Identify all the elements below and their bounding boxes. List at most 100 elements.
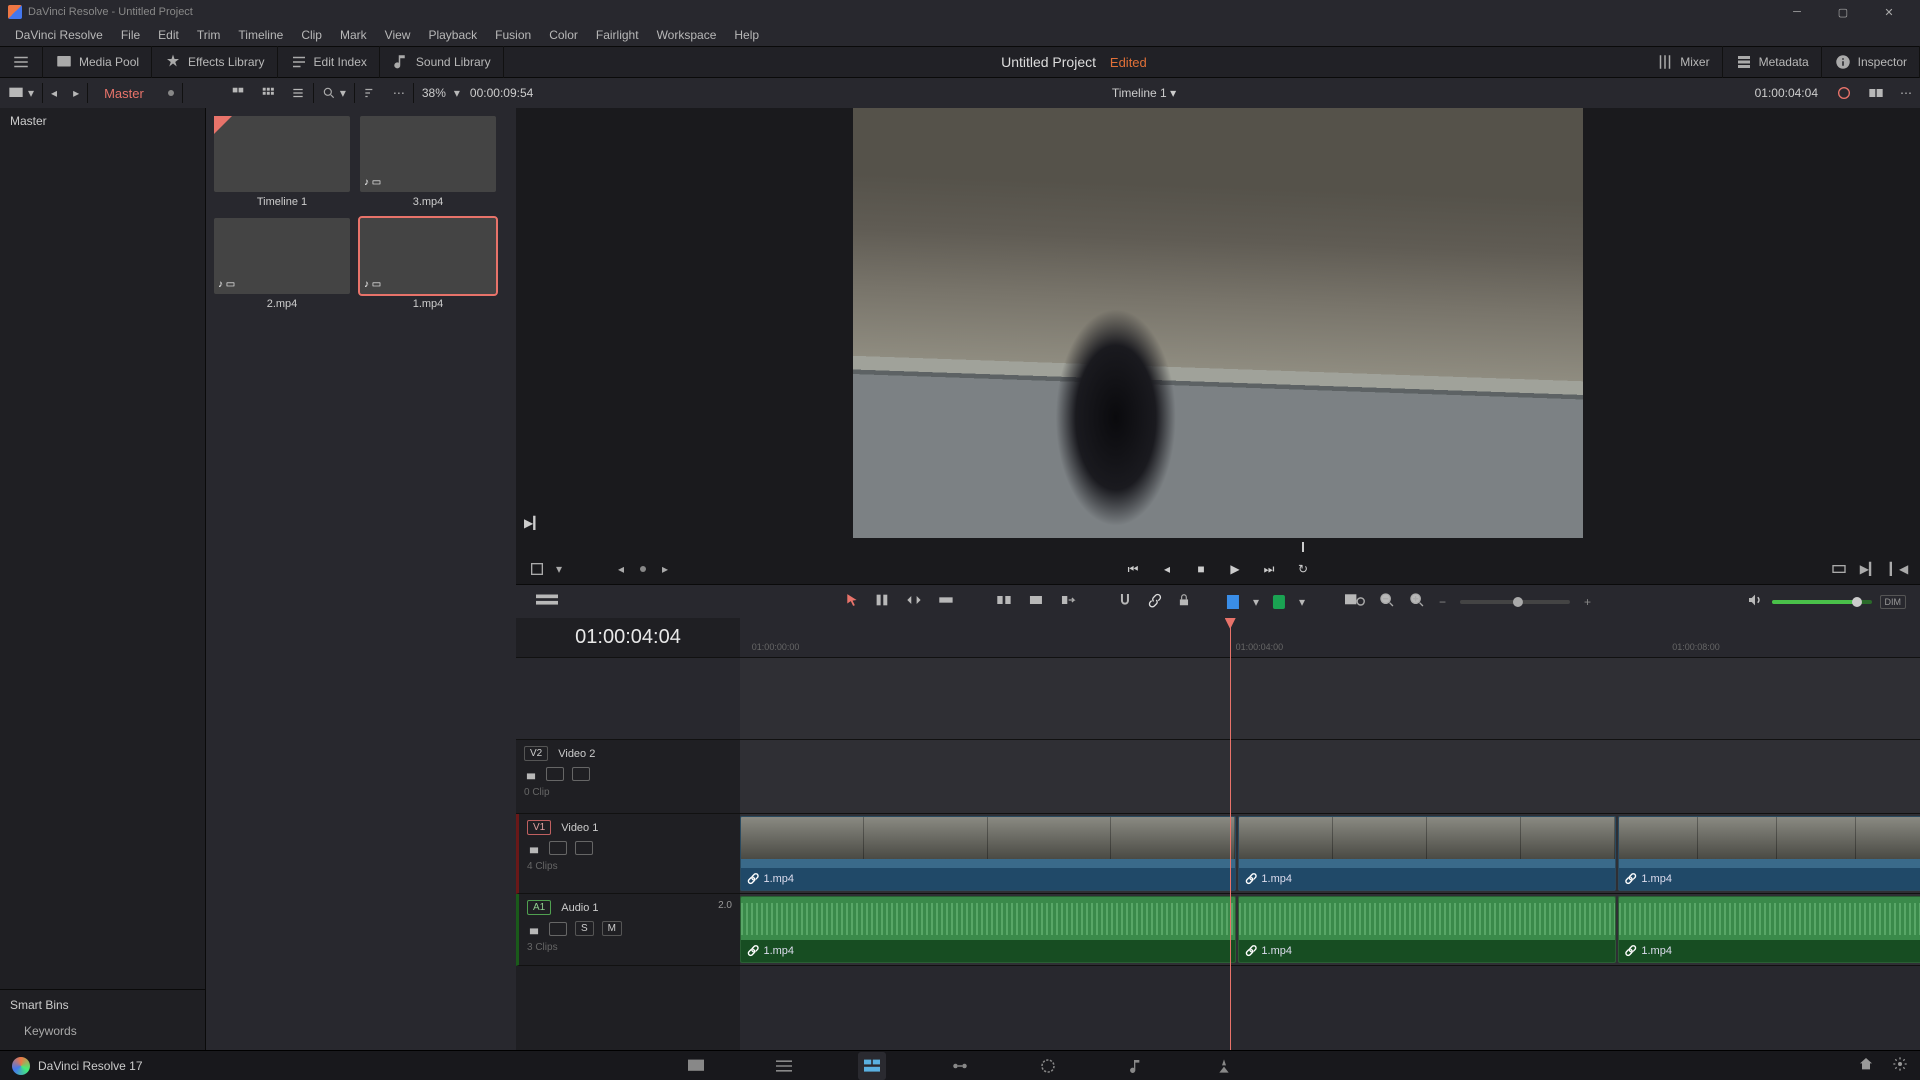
next-marker-button[interactable]: ▸ — [656, 560, 674, 578]
color-page-button[interactable] — [1034, 1052, 1062, 1080]
video-clip[interactable]: 1.mp4 — [1238, 816, 1616, 891]
track-header-a1[interactable]: A1Audio 1 2.0 SM 3 Clips — [516, 894, 740, 966]
menu-clip[interactable]: Clip — [292, 28, 331, 42]
zoom-in-button[interactable] — [1409, 592, 1425, 611]
audio-clip[interactable]: 1.mp4 — [1618, 896, 1920, 963]
track-header-v1[interactable]: V1Video 1 4 Clips — [516, 814, 740, 894]
media-page-button[interactable] — [682, 1052, 710, 1080]
inspector-toggle[interactable]: Inspector — [1822, 46, 1920, 78]
clip-thumb[interactable]: Timeline 1 — [214, 116, 350, 208]
clip-thumb[interactable]: ♪ ▭1.mp4 — [360, 218, 496, 310]
bypass-grades-button[interactable] — [1828, 78, 1860, 108]
full-extent-button[interactable] — [1830, 560, 1848, 578]
viewer-scrubbar[interactable] — [516, 540, 1920, 554]
volume-slider[interactable] — [1772, 600, 1872, 604]
timeline-tracks[interactable]: 01:00:00:0001:00:04:0001:00:08:00 1.mp41… — [740, 618, 1920, 1050]
bin-view-button[interactable]: ▾ — [0, 78, 42, 108]
viewer[interactable]: ▶▎ — [516, 108, 1920, 540]
loop-button[interactable]: ↻ — [1294, 560, 1312, 578]
insert-button[interactable] — [995, 592, 1013, 611]
menu-color[interactable]: Color — [540, 28, 587, 42]
lock-icon[interactable] — [524, 767, 538, 781]
edit-index-toggle[interactable]: Edit Index — [278, 46, 380, 78]
effects-library-toggle[interactable]: Effects Library — [152, 46, 277, 78]
search-button[interactable]: ▾ — [314, 78, 354, 108]
nav-back[interactable]: ◂ — [43, 78, 65, 108]
menu-view[interactable]: View — [376, 28, 420, 42]
clip-thumb[interactable]: ♪ ▭2.mp4 — [214, 218, 350, 310]
maximize-button[interactable]: ▢ — [1820, 0, 1866, 24]
audio-clip[interactable]: 1.mp4 — [740, 896, 1236, 963]
clip-thumb[interactable]: ♪ ▭3.mp4 — [360, 116, 496, 208]
lock-icon[interactable] — [527, 922, 541, 936]
more-options-button[interactable]: ⋯ — [385, 78, 413, 108]
mixer-toggle[interactable]: Mixer — [1644, 46, 1722, 78]
timeline-ruler[interactable]: 01:00:00:0001:00:04:0001:00:08:00 — [740, 618, 1920, 658]
list-view-button[interactable] — [283, 78, 313, 108]
last-clip-button[interactable]: ▎◀ — [1890, 560, 1908, 578]
track-badge[interactable]: V1 — [527, 820, 551, 835]
blade-tool[interactable] — [937, 592, 955, 611]
track-toggle-1[interactable] — [546, 767, 564, 781]
zoom-out-button[interactable] — [1379, 592, 1395, 611]
trim-tool[interactable] — [873, 592, 891, 611]
settings-button[interactable] — [1892, 1056, 1908, 1075]
timeline-name[interactable]: Timeline 1 ▾ — [543, 86, 1744, 100]
step-back-button[interactable]: ◂ — [1158, 560, 1176, 578]
menu-workspace[interactable]: Workspace — [648, 28, 726, 42]
transform-button[interactable] — [528, 560, 546, 578]
media-pool-toggle[interactable]: Media Pool — [43, 46, 152, 78]
prev-marker-button[interactable]: ◂ — [612, 560, 630, 578]
fairlight-page-button[interactable] — [1122, 1052, 1150, 1080]
play-button[interactable]: ▶ — [1226, 560, 1244, 578]
track-toggle-2[interactable] — [572, 767, 590, 781]
track-badge[interactable]: V2 — [524, 746, 548, 761]
viewer-options-button[interactable]: ⋯ — [1892, 78, 1920, 108]
video-clip[interactable]: 1.mp4 — [1618, 816, 1920, 891]
track-toggle-1[interactable] — [549, 841, 567, 855]
metadata-toggle[interactable]: Metadata — [1723, 46, 1822, 78]
overwrite-button[interactable] — [1027, 592, 1045, 611]
menu-playback[interactable]: Playback — [419, 28, 486, 42]
track-badge[interactable]: A1 — [527, 900, 551, 915]
minimize-button[interactable]: ─ — [1774, 0, 1820, 24]
track-toggle-2[interactable] — [575, 841, 593, 855]
marker-button[interactable] — [1273, 595, 1285, 609]
go-start-button[interactable]: ⏮ — [1124, 560, 1142, 578]
zoom-slider[interactable] — [1460, 600, 1570, 604]
close-button[interactable]: ✕ — [1866, 0, 1912, 24]
dual-viewer-button[interactable] — [1860, 78, 1892, 108]
dynamic-trim-tool[interactable] — [905, 592, 923, 611]
lane-a1[interactable]: 1.mp41.mp41.mp4 — [740, 894, 1920, 966]
flag-button[interactable] — [1227, 595, 1239, 609]
dim-button[interactable]: DIM — [1880, 595, 1907, 609]
sort-button[interactable] — [355, 78, 385, 108]
track-toggle-1[interactable] — [549, 922, 567, 936]
expand-button[interactable] — [0, 46, 43, 78]
fusion-page-button[interactable] — [946, 1052, 974, 1080]
solo-button[interactable]: S — [575, 921, 594, 936]
bin-root[interactable]: Master — [0, 108, 205, 134]
next-clip-button[interactable]: ▶▎ — [1860, 560, 1878, 578]
nav-fwd[interactable]: ▸ — [65, 78, 87, 108]
go-end-button[interactable]: ⏭ — [1260, 560, 1278, 578]
menu-fusion[interactable]: Fusion — [486, 28, 540, 42]
track-header-v2[interactable]: V2Video 2 0 Clip — [516, 740, 740, 814]
selection-tool[interactable] — [845, 592, 859, 611]
sound-library-toggle[interactable]: Sound Library — [380, 46, 504, 78]
replace-button[interactable] — [1059, 592, 1077, 611]
viewer-zoom[interactable]: 38% — [414, 86, 454, 100]
smart-bin-item[interactable]: Keywords — [10, 1020, 195, 1042]
menu-help[interactable]: Help — [725, 28, 768, 42]
home-button[interactable] — [1858, 1056, 1874, 1075]
menu-file[interactable]: File — [112, 28, 149, 42]
lane-v1[interactable]: 1.mp41.mp41.mp4 — [740, 814, 1920, 894]
thumb-view-button[interactable] — [223, 78, 253, 108]
timeline-timecode[interactable]: 01:00:04:04 — [516, 618, 740, 658]
audio-clip[interactable]: 1.mp4 — [1238, 896, 1616, 963]
index-search-button[interactable] — [1345, 592, 1365, 611]
menu-edit[interactable]: Edit — [149, 28, 188, 42]
playhead[interactable] — [1230, 618, 1231, 1050]
edit-page-button[interactable] — [858, 1052, 886, 1080]
cut-page-button[interactable] — [770, 1052, 798, 1080]
